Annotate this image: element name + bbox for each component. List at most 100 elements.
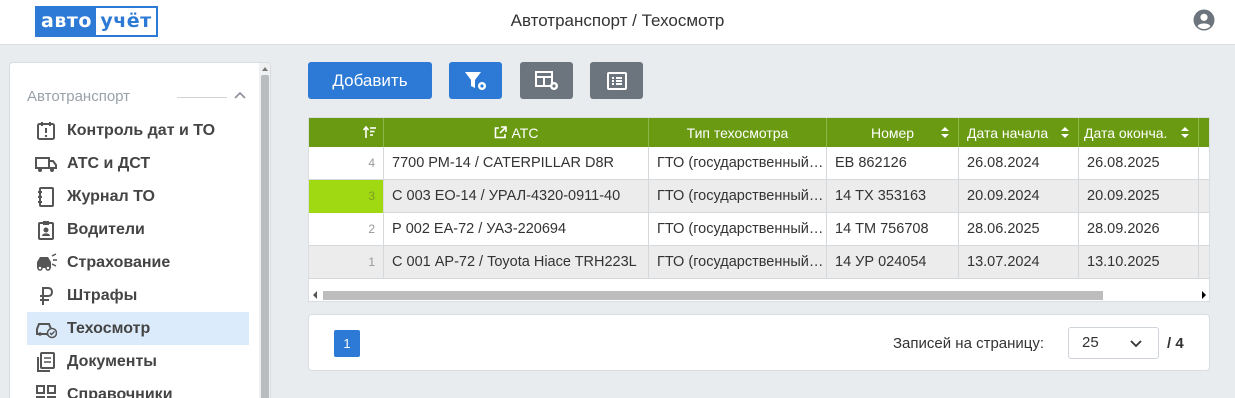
table-row[interactable]: 2 Р 002 ЕА-72 / УАЗ-220694 ГТО (государс…	[309, 213, 1209, 246]
car-check-icon	[35, 318, 57, 340]
sort-desc-icon[interactable]	[363, 126, 377, 139]
per-page-select[interactable]: 25	[1068, 327, 1159, 359]
column-header-end-date[interactable]: Дата оконча.	[1079, 118, 1199, 147]
external-link-icon[interactable]	[494, 126, 507, 139]
add-button[interactable]: Добавить	[308, 62, 432, 99]
sidebar-item-label: Страхование	[67, 253, 171, 271]
sidebar-item-vehicles[interactable]: АТС и ДСТ	[27, 147, 249, 180]
scroll-right-icon[interactable]	[1201, 291, 1207, 299]
sidebar-item-date-control[interactable]: Контроль дат и ТО	[27, 114, 249, 147]
driver-badge-icon	[35, 219, 57, 241]
sidebar-item-documents[interactable]: Документы	[27, 345, 249, 378]
sidebar-item-label: Контроль дат и ТО	[67, 121, 216, 139]
cell-ats: С 001 АР-72 / Toyota Hiace TRH223L	[384, 246, 649, 279]
cell-end-date: 20.09.2025	[1079, 180, 1199, 213]
cell-ats: С 003 ЕО-14 / УРАЛ-4320-0911-40	[384, 180, 649, 213]
filter-settings-button[interactable]	[449, 62, 502, 99]
section-divider	[177, 97, 227, 98]
sidebar-item-references[interactable]: Справочники	[27, 378, 249, 398]
table-scroll-thumb[interactable]	[323, 291, 1103, 300]
cell-end-date: 26.08.2025	[1079, 147, 1199, 180]
truck-icon	[35, 153, 57, 175]
column-header-label: Дата начала	[967, 124, 1049, 141]
sidebar-section-label: Автотранспорт	[27, 88, 131, 105]
top-bar: авто учёт Автотранспорт / Техосмотр	[0, 0, 1235, 45]
table-header: АТС Тип техосмотра Номер Дата начала Дат…	[309, 118, 1209, 147]
per-page-label: Записей на страницу:	[893, 335, 1045, 352]
cell-start-date: 26.08.2024	[959, 147, 1079, 180]
sidebar-item-label: АТС и ДСТ	[67, 154, 151, 172]
column-header-row-number[interactable]	[309, 118, 384, 147]
sidebar-item-maintenance-log[interactable]: Журнал ТО	[27, 180, 249, 213]
sidebar-item-label: Техосмотр	[67, 319, 151, 337]
filter-settings-icon	[464, 71, 486, 90]
list-view-button[interactable]	[590, 62, 643, 99]
grid-icon	[35, 384, 57, 398]
sidebar-item-fines[interactable]: Штрафы	[27, 279, 249, 312]
sidebar-item-label: Журнал ТО	[67, 187, 155, 205]
list-icon	[606, 71, 627, 90]
page-button-current[interactable]: 1	[334, 330, 360, 357]
sidebar-scrollbar[interactable]	[259, 63, 270, 398]
sidebar-item-drivers[interactable]: Водители	[27, 213, 249, 246]
table-row[interactable]: 4 7700 РМ-14 / CATERPILLAR D8R ГТО (госу…	[309, 147, 1209, 180]
sidebar-scroll-thumb[interactable]	[261, 75, 269, 398]
cell-start-date: 20.09.2024	[959, 180, 1079, 213]
cell-end-date: 13.10.2025	[1079, 246, 1199, 279]
documents-icon	[35, 351, 57, 373]
cell-ats: Р 002 ЕА-72 / УАЗ-220694	[384, 213, 649, 246]
sort-icon[interactable]	[1060, 126, 1070, 139]
cell-number: 14 ТМ 756708	[827, 213, 959, 246]
cell-inspection-type: ГТО (государственный технический осмотр)	[649, 147, 827, 180]
cell-inspection-type: ГТО (государственный технический осмотр)	[649, 180, 827, 213]
cell-inspection-type: ГТО (государственный технический осмотр)	[649, 246, 827, 279]
sidebar-item-label: Справочники	[67, 385, 173, 398]
column-header-label: АТС	[511, 124, 539, 141]
column-header-number[interactable]: Номер	[827, 118, 959, 147]
cell-start-date: 13.07.2024	[959, 246, 1079, 279]
row-number: 4	[309, 147, 384, 180]
row-number: 1	[309, 246, 384, 279]
inspection-table: АТС Тип техосмотра Номер Дата начала Дат…	[308, 117, 1210, 302]
sidebar-item-inspection[interactable]: Техосмотр	[27, 312, 249, 345]
sidebar-section-header[interactable]: Автотранспорт	[27, 88, 252, 108]
scroll-up-icon[interactable]	[261, 65, 269, 73]
cell-inspection-type: ГТО (государственный технический осмотр)	[649, 213, 827, 246]
logbook-icon	[35, 186, 57, 208]
cell-start-date: 28.06.2025	[959, 213, 1079, 246]
table-horizontal-scrollbar[interactable]	[309, 286, 1209, 301]
cell-end-date: 28.09.2026	[1079, 213, 1199, 246]
cell-ats: 7700 РМ-14 / CATERPILLAR D8R	[384, 147, 649, 180]
per-page-value: 25	[1082, 334, 1099, 351]
column-header-label: Тип техосмотра	[686, 124, 789, 141]
page-title: Автотранспорт / Техосмотр	[510, 11, 725, 30]
calendar-alert-icon	[35, 120, 57, 142]
chevron-down-icon	[1130, 340, 1142, 348]
column-header-inspection-type[interactable]: Тип техосмотра	[649, 118, 827, 147]
column-header-label: Дата оконча.	[1084, 124, 1168, 141]
column-header-start-date[interactable]: Дата начала	[959, 118, 1079, 147]
sidebar-item-label: Штрафы	[67, 286, 138, 304]
table-row[interactable]: 1 С 001 АР-72 / Toyota Hiace TRH223L ГТО…	[309, 246, 1209, 279]
sidebar-item-label: Водители	[67, 220, 145, 238]
cell-number: 14 ТХ 353163	[827, 180, 959, 213]
row-number: 2	[309, 213, 384, 246]
column-header-label: Номер	[870, 124, 915, 141]
sort-icon[interactable]	[1180, 126, 1190, 139]
pagination-bar: 1 Записей на страницу: 25 / 4	[308, 314, 1210, 371]
sidebar-item-insurance[interactable]: Страхование	[27, 246, 249, 279]
total-records: / 4	[1167, 335, 1184, 352]
sidebar: Автотранспорт Контроль дат и ТО АТС и ДС…	[9, 62, 271, 398]
cell-number: 14 УР 024054	[827, 246, 959, 279]
row-number: 3	[309, 180, 384, 213]
sidebar-item-label: Документы	[67, 352, 157, 370]
column-header-ats[interactable]: АТС	[384, 118, 649, 147]
table-row[interactable]: 3 С 003 ЕО-14 / УРАЛ-4320-0911-40 ГТО (г…	[309, 180, 1209, 213]
sort-icon[interactable]	[940, 126, 950, 139]
car-crash-icon	[35, 252, 57, 274]
scroll-left-icon[interactable]	[312, 291, 318, 299]
ruble-icon	[35, 285, 57, 307]
table-settings-button[interactable]	[520, 62, 573, 99]
user-account-icon[interactable]	[1193, 9, 1215, 31]
chevron-up-icon[interactable]	[233, 89, 247, 103]
